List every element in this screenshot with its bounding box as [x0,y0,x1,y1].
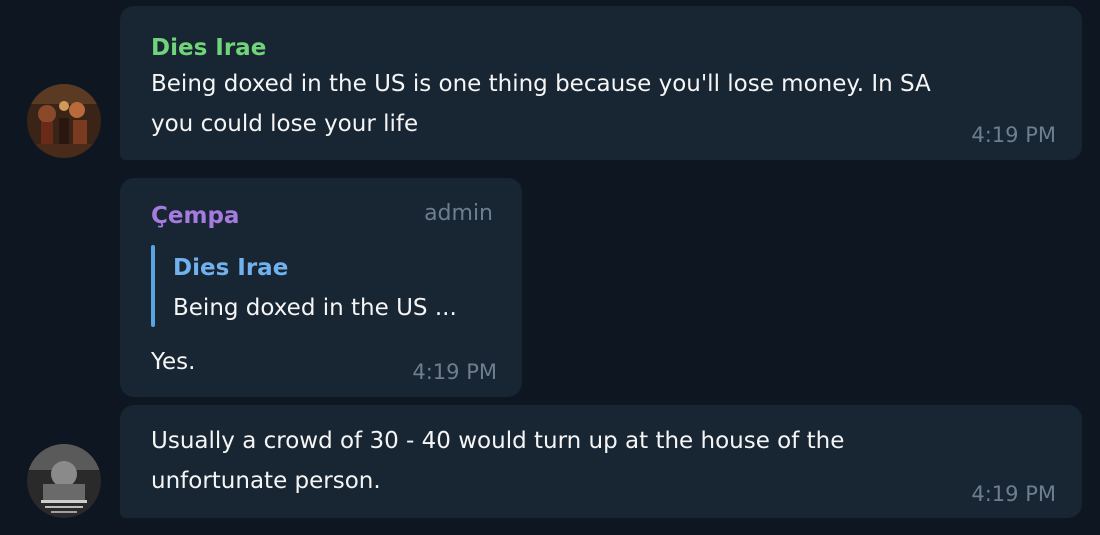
reply-preview-text[interactable]: Being doxed in the US ... [173,294,457,322]
message-bubble[interactable]: Dies Irae Being doxed in the US is one t… [120,6,1082,160]
message-time: 4:19 PM [412,360,497,384]
message-text: Yes. [151,349,196,375]
admin-badge: admin [424,201,493,226]
reply-sender-name[interactable]: Dies Irae [173,254,288,282]
grayscale-avatar-icon [27,444,101,518]
chat-history: Dies Irae Being doxed in the US is one t… [0,0,1100,535]
user-avatar[interactable] [27,444,101,518]
reply-quote-bar [151,245,155,327]
message-text-line: you could lose your life [151,111,419,137]
message-text-line: Usually a crowd of 30 - 40 would turn up… [151,428,845,454]
painting-avatar-icon [27,84,101,158]
user-avatar-dies-irae[interactable] [27,84,101,158]
sender-name[interactable]: Çempa [151,202,239,230]
sender-name[interactable]: Dies Irae [151,34,266,62]
message-text-line: Being doxed in the US is one thing becau… [151,71,931,97]
message-time: 4:19 PM [971,482,1056,506]
message-time: 4:19 PM [971,123,1056,147]
message-text-line: unfortunate person. [151,468,381,494]
message-bubble[interactable]: Usually a crowd of 30 - 40 would turn up… [120,405,1082,518]
message-bubble[interactable]: Çempa admin Dies Irae Being doxed in the… [120,178,522,397]
